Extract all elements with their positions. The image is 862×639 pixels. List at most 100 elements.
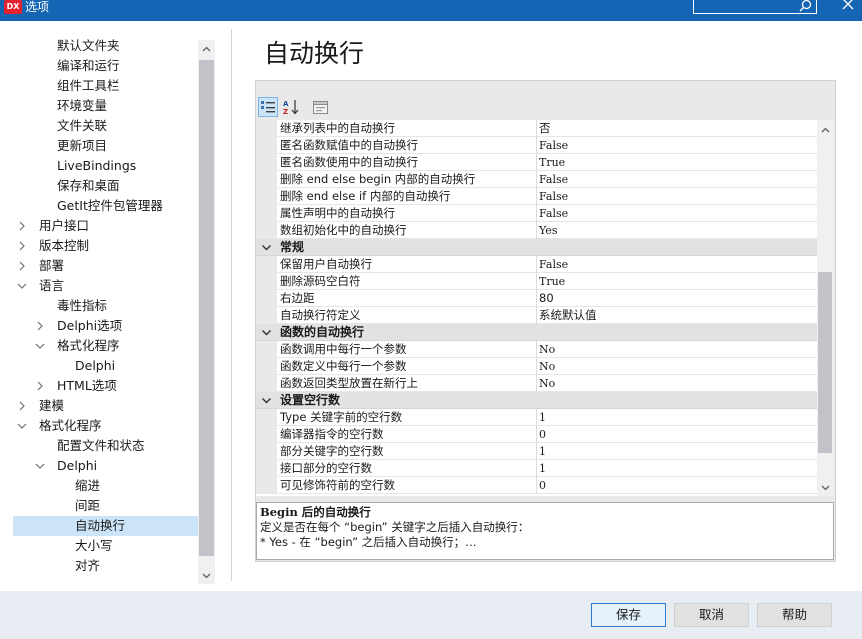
tree-item[interactable]: 组件工具栏 — [57, 76, 120, 96]
property-value[interactable]: No — [539, 375, 817, 392]
tree-item[interactable]: 缩进 — [75, 476, 100, 496]
grid-column-separator[interactable] — [536, 409, 537, 426]
property-value[interactable]: False — [539, 205, 817, 222]
grid-property-row[interactable]: 保留用户自动换行 False — [256, 256, 818, 273]
grid-property-row[interactable]: 数组初始化中的自动换行 Yes — [256, 222, 818, 239]
tree-scroll-thumb[interactable] — [199, 60, 214, 556]
tree-item[interactable]: LiveBindings — [57, 156, 136, 176]
grid-column-separator[interactable] — [536, 137, 537, 154]
close-window-button[interactable] — [838, 0, 858, 15]
alphabetical-sort-button[interactable]: A Z — [281, 97, 301, 117]
grid-column-separator[interactable] — [536, 307, 537, 324]
grid-property-row[interactable]: 接口部分的空行数 1 — [256, 460, 818, 477]
category-collapse-chevron-icon[interactable] — [261, 242, 272, 253]
tree-scroll-up-button[interactable] — [198, 40, 215, 57]
tree-collapsed-chevron-icon[interactable] — [17, 396, 29, 416]
tree-expanded-chevron-icon[interactable] — [35, 456, 47, 476]
property-value[interactable]: False — [539, 171, 817, 188]
tree-item[interactable]: 自动换行 — [75, 516, 125, 536]
grid-column-separator[interactable] — [536, 154, 537, 171]
save-button[interactable]: 保存 — [591, 603, 666, 627]
grid-column-separator[interactable] — [536, 460, 537, 477]
property-value[interactable]: True — [539, 154, 817, 171]
grid-column-separator[interactable] — [536, 375, 537, 392]
tree-expanded-chevron-icon[interactable] — [17, 276, 29, 296]
category-collapse-chevron-icon[interactable] — [261, 327, 272, 338]
grid-scroll-down-button[interactable] — [817, 479, 834, 496]
tree-item[interactable]: 默认文件夹 — [57, 36, 120, 56]
tree-scrollbar[interactable] — [198, 40, 215, 584]
grid-category-row[interactable]: 函数的自动换行 — [256, 324, 818, 341]
category-collapse-chevron-icon[interactable] — [261, 395, 272, 406]
grid-property-row[interactable]: 函数返回类型放置在新行上 No — [256, 375, 818, 392]
grid-property-row[interactable]: 删除源码空白符 True — [256, 273, 818, 290]
tree-item[interactable]: Delphi选项 — [57, 316, 122, 336]
grid-column-separator[interactable] — [536, 477, 537, 494]
cancel-button[interactable]: 取消 — [674, 603, 749, 627]
tree-expanded-chevron-icon[interactable] — [35, 336, 47, 356]
grid-property-row[interactable]: 部分关键字的空行数 1 — [256, 443, 818, 460]
property-value[interactable]: No — [539, 341, 817, 358]
tree-item[interactable]: 配置文件和状态 — [57, 436, 145, 456]
property-value[interactable]: 1 — [539, 443, 817, 460]
property-value[interactable]: 80 — [539, 290, 817, 307]
tree-collapsed-chevron-icon[interactable] — [17, 256, 29, 276]
grid-property-row[interactable]: 删除 end else if 内部的自动换行 False — [256, 188, 818, 205]
property-value[interactable]: Yes — [539, 222, 817, 239]
tree-item[interactable]: Delphi — [57, 456, 97, 476]
tree-item[interactable]: 编译和运行 — [57, 56, 120, 76]
grid-category-row[interactable]: 常规 — [256, 239, 818, 256]
grid-column-separator[interactable] — [536, 222, 537, 239]
grid-scroll-thumb[interactable] — [818, 272, 832, 453]
grid-column-separator[interactable] — [536, 171, 537, 188]
grid-property-row[interactable]: 可见修饰符前的空行数 0 — [256, 477, 818, 494]
property-value[interactable]: 0 — [539, 426, 817, 443]
tree-item[interactable]: 文件关联 — [57, 116, 107, 136]
tree-item[interactable]: 版本控制 — [39, 236, 89, 256]
property-value[interactable]: 1 — [539, 409, 817, 426]
grid-property-row[interactable]: 匿名函数赋值中的自动换行 False — [256, 137, 818, 154]
property-pages-button[interactable] — [310, 97, 330, 117]
grid-property-row[interactable]: 属性声明中的自动换行 False — [256, 205, 818, 222]
grid-column-separator[interactable] — [536, 426, 537, 443]
property-value[interactable]: False — [539, 188, 817, 205]
grid-scrollbar[interactable] — [817, 120, 833, 496]
tree-item[interactable]: 毒性指标 — [57, 296, 107, 316]
grid-property-row[interactable]: 继承列表中的自动换行 否 — [256, 120, 818, 137]
property-value[interactable]: 系统默认值 — [539, 307, 817, 324]
property-value[interactable]: No — [539, 358, 817, 375]
grid-column-separator[interactable] — [536, 358, 537, 375]
property-value[interactable]: 1 — [539, 460, 817, 477]
tree-item[interactable]: GetIt控件包管理器 — [57, 196, 163, 216]
property-value[interactable]: 0 — [539, 477, 817, 494]
tree-collapsed-chevron-icon[interactable] — [17, 236, 29, 256]
grid-property-row[interactable]: 右边距 80 — [256, 290, 818, 307]
tree-item[interactable]: HTML选项 — [57, 376, 117, 396]
categorized-view-button[interactable] — [258, 97, 278, 117]
grid-property-row[interactable]: Type 关键字前的空行数 1 — [256, 409, 818, 426]
tree-collapsed-chevron-icon[interactable] — [35, 376, 47, 396]
tree-item[interactable]: 对齐 — [75, 556, 100, 576]
grid-scroll-up-button[interactable] — [817, 121, 834, 138]
tree-item[interactable]: 大小写 — [75, 536, 113, 556]
tree-collapsed-chevron-icon[interactable] — [35, 316, 47, 336]
grid-property-row[interactable]: 函数定义中每行一个参数 No — [256, 358, 818, 375]
grid-column-separator[interactable] — [536, 256, 537, 273]
tree-item[interactable]: 格式化程序 — [57, 336, 120, 356]
grid-column-separator[interactable] — [536, 443, 537, 460]
grid-column-separator[interactable] — [536, 273, 537, 290]
grid-column-separator[interactable] — [536, 205, 537, 222]
property-grid[interactable]: 继承列表中的自动换行否匿名函数赋值中的自动换行 False 匿名函数使用中的自动换行… — [256, 120, 818, 496]
tree-item[interactable]: 建模 — [39, 396, 64, 416]
title-search-box[interactable] — [693, 0, 817, 14]
grid-property-row[interactable]: 函数调用中每行一个参数 No — [256, 341, 818, 358]
tree-item[interactable]: 保存和桌面 — [57, 176, 120, 196]
tree-item[interactable]: 用户接口 — [39, 216, 89, 236]
tree-item[interactable]: Delphi — [75, 356, 115, 376]
grid-property-row[interactable]: 自动换行符定义 系统默认值 — [256, 307, 818, 324]
property-value[interactable]: True — [539, 273, 817, 290]
grid-category-row[interactable]: 设置空行数 — [256, 392, 818, 409]
grid-property-row[interactable]: 删除 end else begin 内部的自动换行 False — [256, 171, 818, 188]
property-value[interactable]: 否 — [539, 120, 817, 137]
tree-item[interactable]: 语言 — [39, 276, 64, 296]
